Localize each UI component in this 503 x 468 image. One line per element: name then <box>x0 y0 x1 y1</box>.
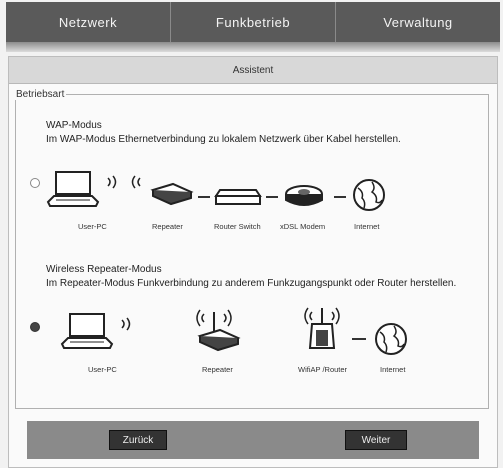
wap-mode-description: Im WAP-Modus Ethernetverbindung zu lokal… <box>46 134 401 145</box>
group-legend: Betriebsart <box>16 89 65 100</box>
rep-label-wifiap-router: WifiAP /Router <box>298 365 348 374</box>
switch-icon <box>214 184 262 213</box>
wifi-router-icon <box>302 304 342 357</box>
tab-verwaltung[interactable]: Verwaltung <box>336 2 500 42</box>
wifi-waves-icon <box>104 172 144 197</box>
wap-label-internet: Internet <box>354 222 380 231</box>
repeater-mode-description: Im Repeater-Modus Funkverbindung zu ande… <box>46 278 457 289</box>
rep-label-repeater: Repeater <box>202 365 233 374</box>
repeater-mode-title: Wireless Repeater-Modus <box>46 264 162 275</box>
laptop-icon <box>46 170 100 215</box>
link-line <box>266 196 278 198</box>
wap-label-router-switch: Router Switch <box>214 222 261 231</box>
link-line <box>198 196 210 198</box>
repeater-icon <box>149 182 194 211</box>
top-nav: Netzwerk Funkbetrieb Verwaltung <box>6 2 500 42</box>
wizard-panel: Assistent Betriebsart WAP-Modus Im WAP-M… <box>8 56 498 468</box>
rep-label-internet: Internet <box>380 365 406 374</box>
link-line <box>334 196 346 198</box>
globe-icon <box>352 178 386 217</box>
panel-title: Assistent <box>9 57 497 84</box>
wap-label-xdsl-modem: xDSL Modem <box>280 222 326 231</box>
tab-funkbetrieb[interactable]: Funkbetrieb <box>171 2 336 42</box>
rep-label-user-pc: User-PC <box>88 365 117 374</box>
globe-icon <box>374 322 408 361</box>
laptop-icon <box>60 312 114 357</box>
nav-shadow <box>6 42 500 52</box>
wizard-footer: Zurück Weiter <box>27 421 479 459</box>
repeater-mode-radio[interactable] <box>30 322 40 332</box>
repeater-icon <box>194 308 242 357</box>
tab-netzwerk[interactable]: Netzwerk <box>6 2 171 42</box>
back-button[interactable]: Zurück <box>109 430 167 450</box>
next-button[interactable]: Weiter <box>345 430 407 450</box>
wifi-waves-icon <box>118 314 138 339</box>
link-line <box>352 338 366 340</box>
wap-mode-title: WAP-Modus <box>46 120 102 131</box>
wap-label-user-pc: User-PC <box>78 222 107 231</box>
modem-icon <box>282 182 326 213</box>
wap-mode-radio[interactable] <box>30 178 40 188</box>
wap-label-repeater: Repeater <box>152 222 183 231</box>
operating-mode-group: Betriebsart WAP-Modus Im WAP-Modus Ether… <box>15 89 489 409</box>
